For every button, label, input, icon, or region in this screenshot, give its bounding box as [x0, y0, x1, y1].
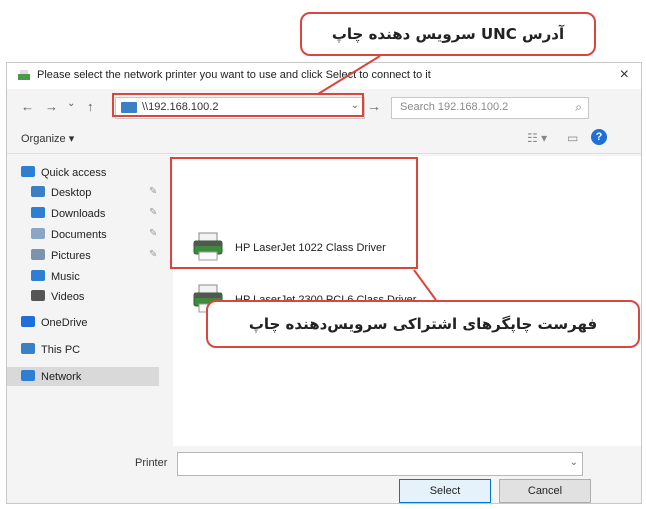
top-callout-pointer: [317, 55, 381, 95]
bottom-callout-pointer: [413, 269, 437, 301]
shared-printers-callout: فهرست چاپگرهای اشتراکی سرویس‌دهنده چاپ: [206, 300, 640, 348]
unc-address-callout: آدرس UNC سرویس دهنده چاپ: [300, 12, 596, 56]
callout-pointers: [317, 55, 437, 301]
